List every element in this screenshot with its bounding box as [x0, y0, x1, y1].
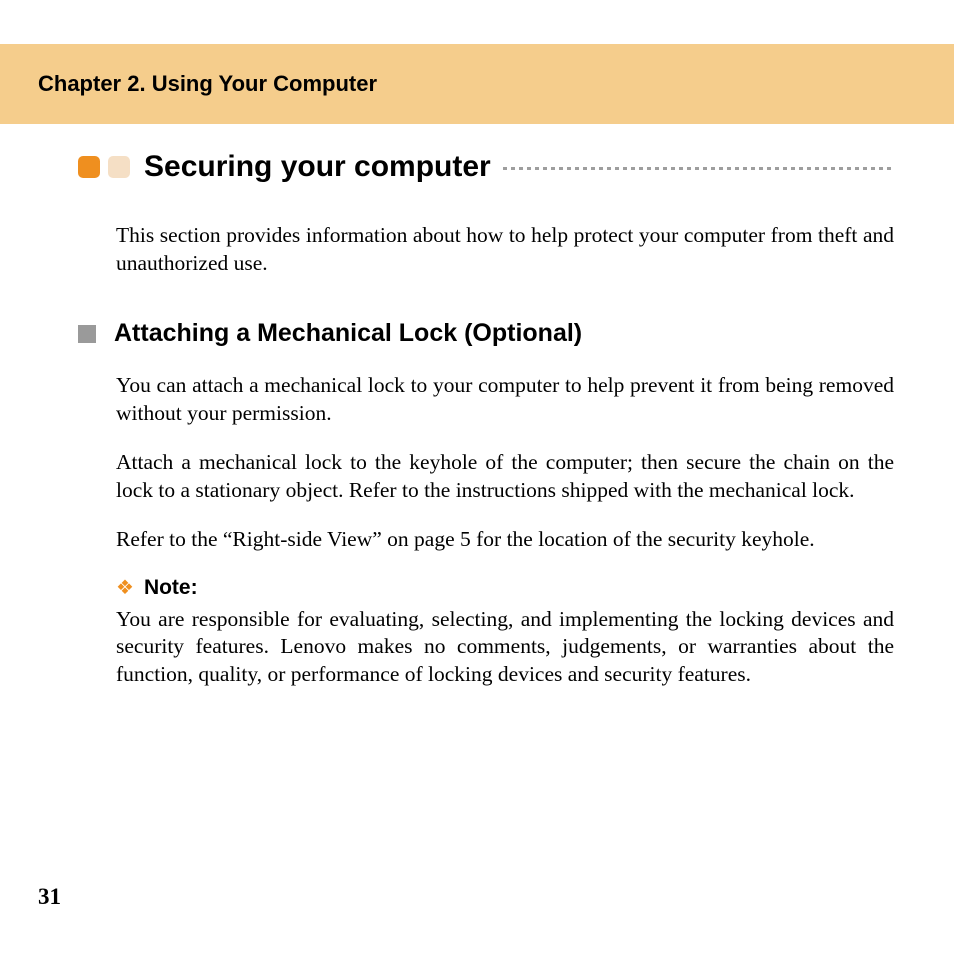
- chapter-title: Chapter 2. Using Your Computer: [38, 71, 377, 97]
- bullet-orange-icon: [78, 156, 100, 178]
- note-label: Note:: [144, 576, 198, 600]
- subsection-title: Attaching a Mechanical Lock (Optional): [114, 319, 582, 348]
- bullet-square-icon: [78, 325, 96, 343]
- subsection-heading-row: Attaching a Mechanical Lock (Optional): [78, 319, 894, 348]
- dashed-rule-icon: [503, 167, 894, 170]
- document-page: Chapter 2. Using Your Computer Securing …: [0, 0, 954, 954]
- page-number: 31: [38, 884, 61, 910]
- subsection-paragraph-1: You can attach a mechanical lock to your…: [116, 372, 894, 427]
- note-header: ❖ Note:: [116, 576, 894, 600]
- subsection-paragraph-3: Refer to the “Right-side View” on page 5…: [116, 526, 894, 554]
- section-title: Securing your computer: [144, 150, 491, 184]
- chapter-header: Chapter 2. Using Your Computer: [0, 44, 954, 124]
- section-intro: This section provides information about …: [116, 222, 894, 277]
- bullet-peach-icon: [108, 156, 130, 178]
- subsection-paragraph-2: Attach a mechanical lock to the keyhole …: [116, 449, 894, 504]
- page-content: Securing your computer This section prov…: [0, 150, 954, 710]
- note-body: You are responsible for evaluating, sele…: [116, 606, 894, 689]
- diamond-icon: ❖: [116, 578, 134, 598]
- section-heading-row: Securing your computer: [78, 150, 894, 184]
